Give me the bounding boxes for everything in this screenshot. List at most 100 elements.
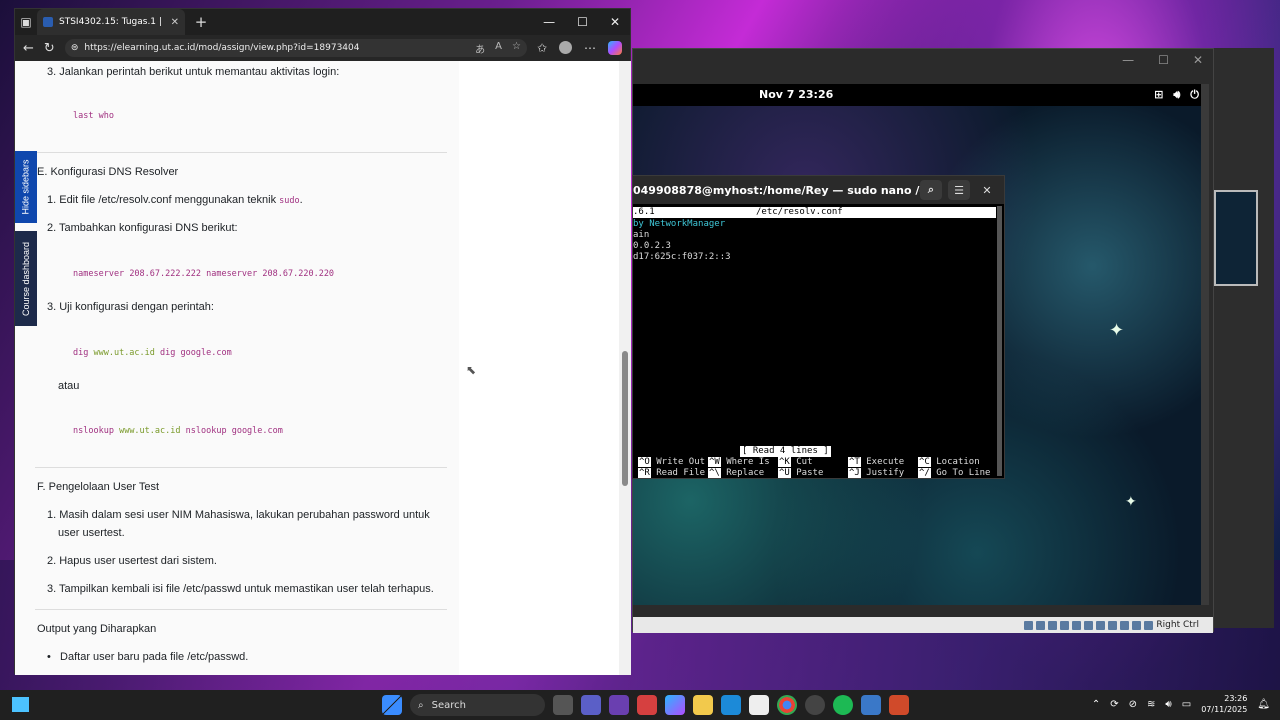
vm-scrollbar[interactable] <box>1201 84 1209 605</box>
favorite-star-icon[interactable]: ☆ <box>512 41 521 56</box>
power-icon: ⏻ <box>1190 88 1199 101</box>
copilot-icon[interactable] <box>608 41 622 55</box>
app-icon[interactable] <box>637 695 657 715</box>
host-key-label: Right Ctrl <box>1156 620 1199 630</box>
start-icon[interactable] <box>382 695 402 715</box>
usb-icon[interactable] <box>1072 620 1082 630</box>
chevron-up-icon[interactable]: ⌃ <box>1092 699 1100 710</box>
nano-shortcuts-row: ^O Write Out ^W Where Is ^K Cut ^T Execu… <box>638 457 988 467</box>
vm-minimize-button[interactable]: — <box>1122 53 1134 67</box>
new-tab-button[interactable]: + <box>191 13 211 31</box>
page-content[interactable]: 3. Jalankan perintah berikut untuk meman… <box>15 61 619 675</box>
hdd-icon[interactable] <box>1024 620 1034 630</box>
back-icon[interactable]: ← <box>23 41 34 56</box>
cpu-icon[interactable] <box>1120 620 1130 630</box>
audio-icon[interactable] <box>1048 620 1058 630</box>
minimize-button[interactable]: — <box>543 15 555 29</box>
sync-icon[interactable]: ⟳ <box>1110 699 1118 710</box>
nano-editor[interactable]: .6.1 /etc/resolv.conf by NetworkManager … <box>633 204 1004 478</box>
instruction-step: 1. Edit file /etc/resolv.conf menggunaka… <box>47 194 303 206</box>
instruction-step: 3. Jalankan perintah berikut untuk meman… <box>47 66 340 78</box>
microsoft-store-icon[interactable] <box>749 695 769 715</box>
edge-icon[interactable] <box>721 695 741 715</box>
keyboard-icon[interactable] <box>1144 620 1154 630</box>
copilot-icon[interactable] <box>665 695 685 715</box>
instruction-step: 3. Tampilkan kembali isi file /etc/passw… <box>47 583 434 595</box>
gnome-clock[interactable]: Nov 7 23:26 <box>759 88 833 101</box>
gnome-system-tray[interactable]: ⊞ 🔊︎ ⏻ <box>1154 88 1199 102</box>
visual-studio-icon[interactable] <box>609 695 629 715</box>
divider <box>35 152 447 153</box>
close-tab-icon[interactable]: ✕ <box>171 17 179 28</box>
nano-filename: /etc/resolv.conf <box>756 207 843 217</box>
refresh-icon[interactable]: ↻ <box>44 41 55 56</box>
terminal-scrollbar[interactable] <box>997 206 1002 476</box>
address-bar-row: ← ↻ ⊜ https://elearning.ut.ac.id/mod/ass… <box>15 35 630 61</box>
nano-header: .6.1 /etc/resolv.conf <box>633 207 996 218</box>
url-tools: あ A ☆ <box>475 41 521 56</box>
teams-icon[interactable] <box>581 695 601 715</box>
virtualbox-icon[interactable] <box>861 695 881 715</box>
shortcut-execute[interactable]: ^T Execute <box>848 457 918 467</box>
workspaces-icon[interactable]: ▣ <box>15 15 37 29</box>
battery-icon[interactable]: ▭ <box>1182 699 1191 710</box>
shortcut-write-out[interactable]: ^O Write Out <box>638 457 708 467</box>
favorites-icon[interactable]: ✩ <box>537 41 547 55</box>
shortcut-justify[interactable]: ^J Justify <box>848 468 918 478</box>
search-icon[interactable]: ⌕ <box>920 180 942 200</box>
shortcut-go-to-line[interactable]: ^/ Go To Line <box>918 468 990 478</box>
window-thumbnail[interactable] <box>1214 190 1258 286</box>
notification-bell-icon[interactable]: 🔔︎ <box>1257 699 1270 710</box>
profile-avatar[interactable] <box>559 41 572 54</box>
course-dashboard-button[interactable]: Course dashboard <box>15 231 37 326</box>
spotify-icon[interactable] <box>833 695 853 715</box>
notifications-muted-icon[interactable]: ⊘ <box>1129 699 1137 710</box>
file-explorer-icon[interactable] <box>693 695 713 715</box>
terminal-window[interactable]: 049908878@myhost:/home/Rey — sudo nano /… <box>632 175 1005 479</box>
file-line: d17:625c:f037:2::3 <box>633 252 731 262</box>
shortcut-where-is[interactable]: ^W Where Is <box>708 457 778 467</box>
search-icon: ⌕ <box>418 699 424 711</box>
hide-sidebars-button[interactable]: Hide sidebars <box>15 151 37 223</box>
shortcut-location[interactable]: ^C Location <box>918 457 988 467</box>
wifi-icon[interactable]: ≋ <box>1147 699 1155 710</box>
site-info-icon[interactable]: ⊜ <box>71 43 79 53</box>
task-view-icon[interactable] <box>553 695 573 715</box>
shortcut-cut[interactable]: ^K Cut <box>778 457 848 467</box>
browser-window[interactable]: ▣ STSI4302.15: Tugas.1 | ElearningUT ✕ +… <box>14 8 631 675</box>
display-icon[interactable] <box>1096 620 1106 630</box>
read-aloud-icon[interactable]: A <box>495 41 502 56</box>
background-window[interactable] <box>1214 48 1274 628</box>
more-menu-icon[interactable]: ⋯ <box>584 41 596 55</box>
maximize-button[interactable]: ☐ <box>577 15 588 29</box>
network-icon[interactable] <box>1060 620 1070 630</box>
menu-icon[interactable]: ☰ <box>948 180 970 200</box>
volume-icon[interactable]: 🔊︎ <box>1165 699 1171 710</box>
url-field[interactable]: ⊜ https://elearning.ut.ac.id/mod/assign/… <box>64 39 527 57</box>
taskbar-clock[interactable]: 23:26 07/11/2025 <box>1201 693 1247 715</box>
close-button[interactable]: ✕ <box>610 15 620 29</box>
recording-icon[interactable] <box>1108 620 1118 630</box>
vm-maximize-button[interactable]: ☐ <box>1158 53 1169 67</box>
tab-elearning[interactable]: STSI4302.15: Tugas.1 | ElearningUT ✕ <box>37 9 185 35</box>
shared-folder-icon[interactable] <box>1084 620 1094 630</box>
taskbar-search[interactable]: ⌕ Search <box>410 694 545 716</box>
app-icon[interactable] <box>889 695 909 715</box>
vm-close-button[interactable]: ✕ <box>1193 53 1203 67</box>
github-icon[interactable] <box>805 695 825 715</box>
shortcut-paste[interactable]: ^U Paste <box>778 468 848 478</box>
star-sparkle: ✦ <box>1109 320 1125 341</box>
close-icon[interactable]: ✕ <box>976 180 998 200</box>
scrollbar-thumb[interactable] <box>622 351 628 486</box>
translate-icon[interactable]: あ <box>475 41 485 56</box>
list-item: • Daftar user baru pada file /etc/passwd… <box>47 651 249 663</box>
mouse-integration-icon[interactable] <box>1132 620 1142 630</box>
shortcut-replace[interactable]: ^\ Replace <box>708 468 778 478</box>
windows-logo-icon[interactable] <box>12 697 29 712</box>
chrome-icon[interactable] <box>777 695 797 715</box>
shortcut-read-file[interactable]: ^R Read File <box>638 468 708 478</box>
nano-version: .6.1 <box>633 207 655 217</box>
clock-date: 07/11/2025 <box>1201 705 1248 714</box>
optical-icon[interactable] <box>1036 620 1046 630</box>
page-scrollbar[interactable] <box>619 61 631 675</box>
